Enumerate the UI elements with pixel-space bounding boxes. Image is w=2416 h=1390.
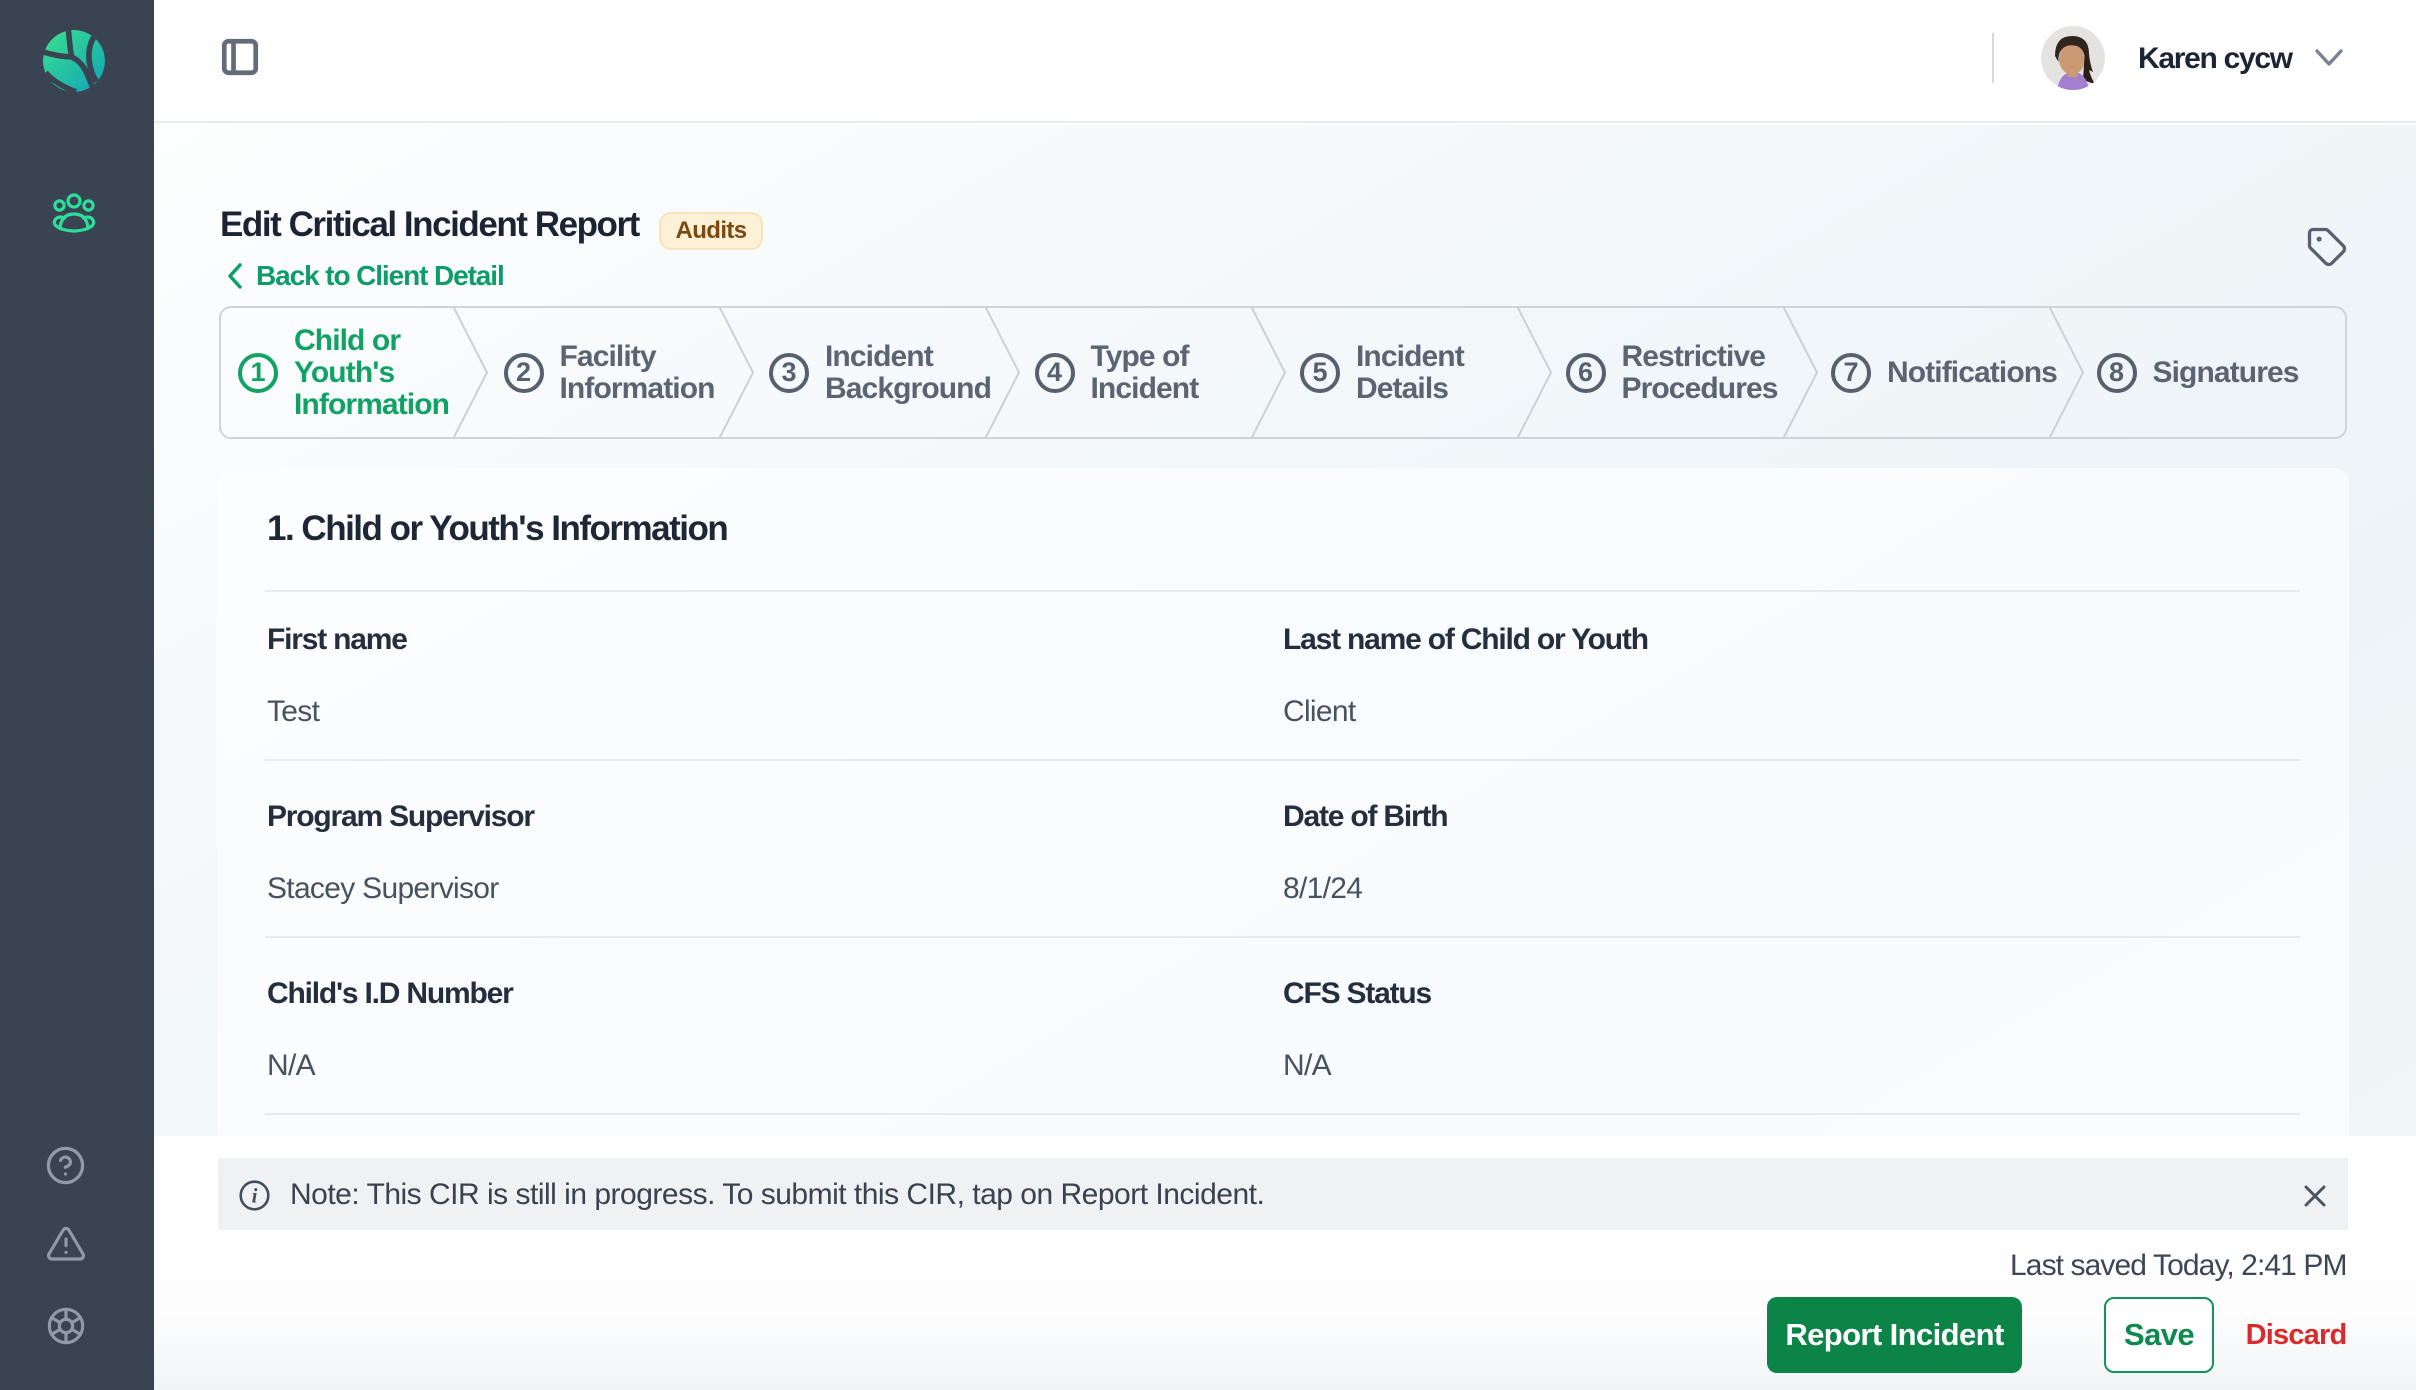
svg-text:i: i	[252, 1184, 258, 1208]
